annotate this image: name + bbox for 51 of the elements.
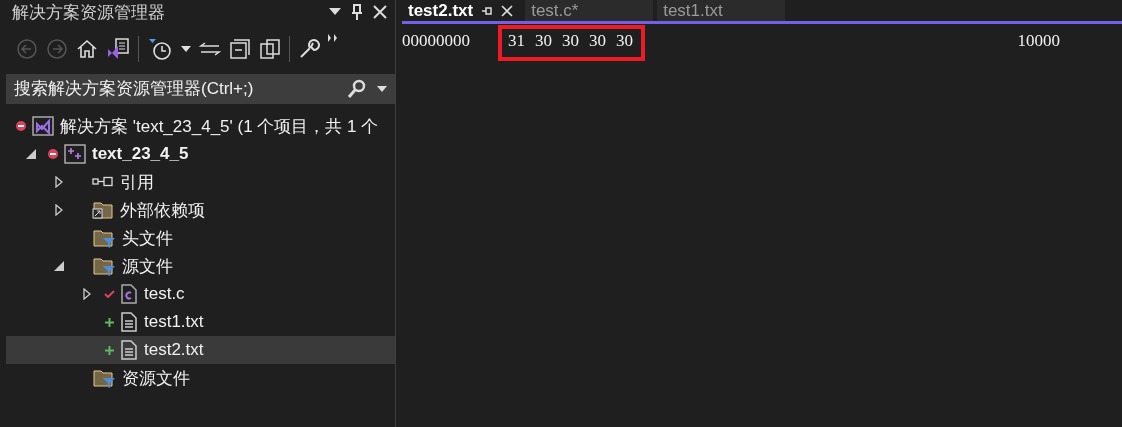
tree-item[interactable]: test.c: [6, 280, 395, 308]
tree-item[interactable]: text_23_4_5: [6, 140, 395, 168]
dropdown-icon[interactable]: [181, 46, 191, 52]
dropdown-icon[interactable]: [377, 86, 387, 92]
collapsed-arrow-icon[interactable]: [83, 288, 91, 300]
tree-item[interactable]: 头文件: [6, 224, 395, 252]
sync-icon[interactable]: [199, 42, 221, 56]
tree-item[interactable]: 源文件: [6, 252, 395, 280]
home-icon[interactable]: [76, 38, 98, 60]
tree-item[interactable]: 解决方案 'text_23_4_5' (1 个项目，共 1 个: [6, 112, 395, 140]
hex-text: 10000: [1017, 31, 1060, 51]
hex-byte: 30: [616, 31, 633, 51]
tree-item[interactable]: test1.txt: [6, 308, 395, 336]
pin-icon[interactable]: [481, 5, 494, 16]
hex-byte: 30: [535, 31, 552, 51]
editor-tab[interactable]: test.c*: [525, 0, 654, 21]
tree-item[interactable]: 引用: [6, 168, 395, 196]
collapse-all-icon[interactable]: [229, 38, 251, 60]
project-icon: [64, 144, 86, 164]
editor-tab[interactable]: test1.txt: [657, 0, 786, 21]
references-icon: [92, 176, 114, 188]
expanded-arrow-icon[interactable]: [54, 261, 64, 271]
search-icon[interactable]: [347, 79, 367, 99]
pin-icon[interactable]: [351, 4, 363, 20]
tree-item[interactable]: 资源文件: [6, 364, 395, 392]
solution-icon: [32, 116, 54, 136]
panel-title: 解决方案资源管理器: [12, 1, 165, 24]
filter-folder-icon: [92, 368, 116, 388]
tree-item[interactable]: 外部依赖项: [6, 196, 395, 224]
c-file-icon: [120, 284, 138, 304]
collapsed-arrow-icon[interactable]: [55, 176, 63, 188]
filter-folder-icon: [92, 228, 116, 248]
close-icon[interactable]: [501, 4, 514, 17]
search-field[interactable]: 搜索解决方案资源管理器(Ctrl+;): [6, 74, 395, 104]
expanded-arrow-icon[interactable]: [26, 149, 36, 159]
document-icon: [120, 340, 138, 360]
copy-icon[interactable]: [259, 38, 281, 60]
hex-offset: 00000000: [402, 31, 471, 51]
history-icon[interactable]: [147, 37, 173, 61]
tree-item[interactable]: test2.txt: [6, 336, 395, 364]
folder-icon: [92, 200, 114, 220]
overflow-icon[interactable]: [328, 34, 338, 42]
hex-byte: 30: [589, 31, 606, 51]
document-icon: [120, 312, 138, 332]
collapsed-arrow-icon[interactable]: [55, 204, 63, 216]
close-icon[interactable]: [373, 5, 387, 19]
hex-byte: 31: [508, 31, 525, 51]
solution-view-icon[interactable]: [106, 37, 130, 61]
hex-byte: 30: [562, 31, 579, 51]
dropdown-icon[interactable]: [329, 8, 341, 16]
filter-folder-icon: [92, 256, 116, 276]
